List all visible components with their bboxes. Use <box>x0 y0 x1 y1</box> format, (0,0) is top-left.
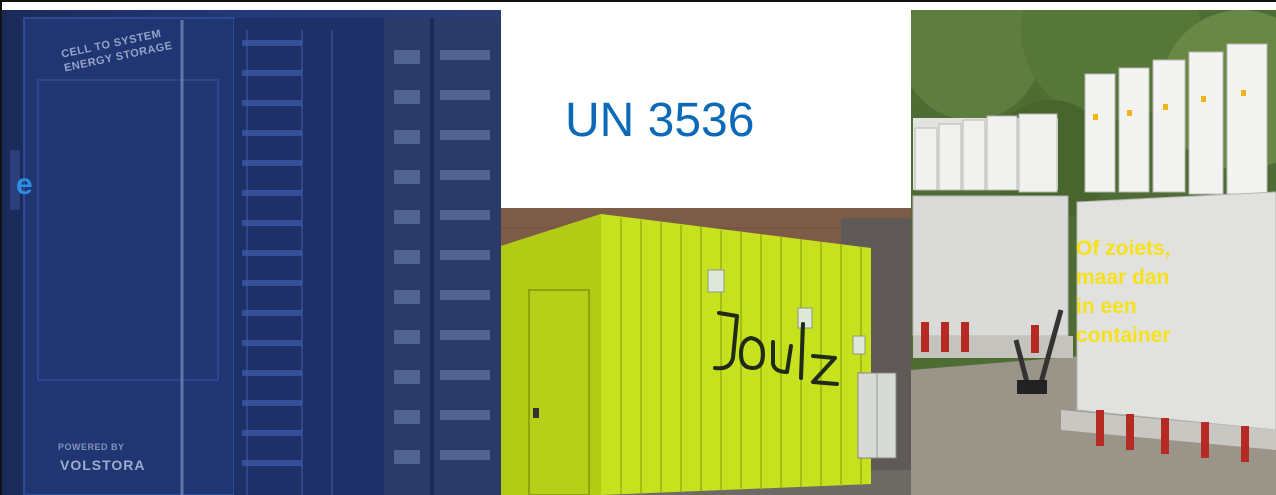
note-text: Of zoiets, maar dan in een container <box>1076 237 1171 347</box>
powered-by-label: POWERED BY <box>58 442 125 452</box>
slide: CELL TO SYSTEM ENERGY STORAGE e POWERED … <box>0 0 1276 495</box>
title-area: UN 3536 <box>501 10 911 208</box>
joulz-container-image <box>501 208 911 495</box>
battery-modules-image: Of zoiets, maar dan in een container <box>911 10 1276 495</box>
battery-rack-illustration <box>2 10 501 495</box>
battery-rack-image: CELL TO SYSTEM ENERGY STORAGE e POWERED … <box>2 10 501 495</box>
fragment-letter: e <box>16 168 33 201</box>
container-illustration <box>501 208 911 495</box>
volstora-logo: VOLSTORA <box>60 457 146 473</box>
slide-title: UN 3536 <box>565 94 755 147</box>
